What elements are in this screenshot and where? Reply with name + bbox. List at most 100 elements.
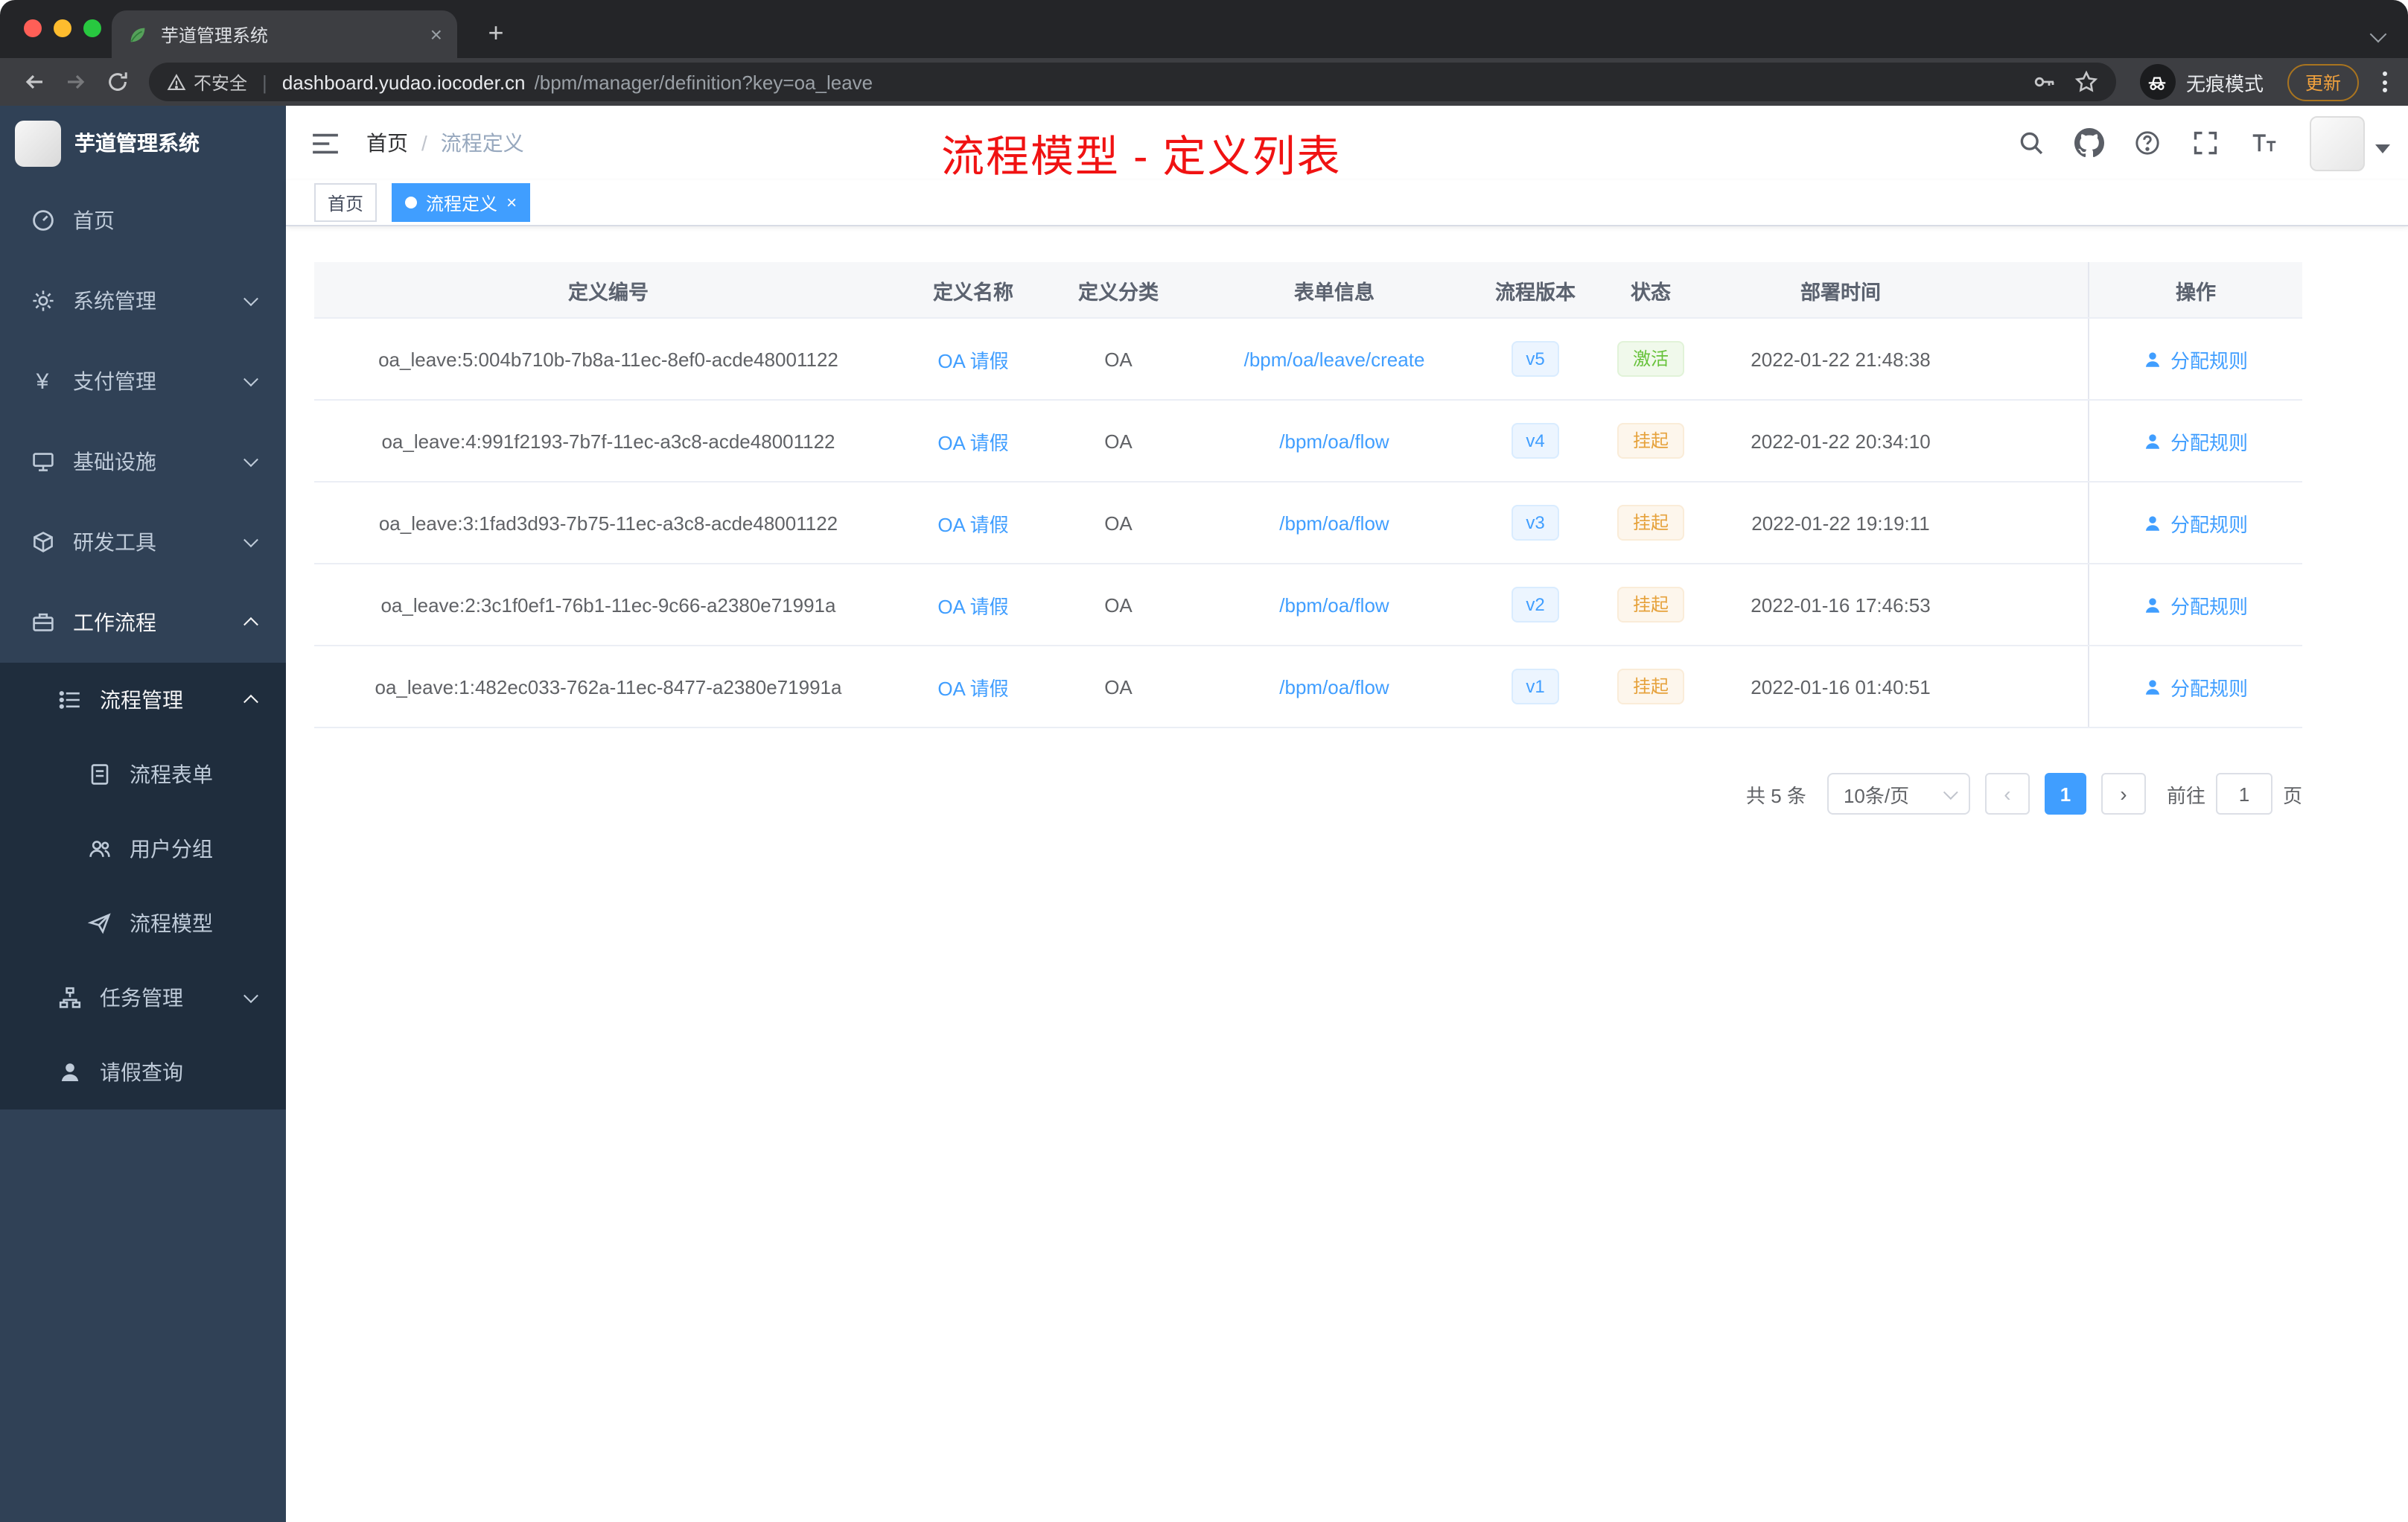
logo-avatar xyxy=(15,120,61,166)
sidebar-item-infrastructure[interactable]: 基础设施 xyxy=(0,421,286,502)
password-key-icon[interactable] xyxy=(2033,70,2057,94)
form-link[interactable]: /bpm/oa/flow xyxy=(1279,512,1389,534)
url-path: /bpm/manager/definition?key=oa_leave xyxy=(534,71,873,93)
github-icon[interactable] xyxy=(2071,125,2107,161)
sidebar-item-leave-query[interactable]: 请假查询 xyxy=(0,1035,286,1109)
sidebar-item-process-model[interactable]: 流程模型 xyxy=(0,886,286,961)
sidebar-item-process-management[interactable]: 流程管理 xyxy=(0,663,286,737)
cell-filler xyxy=(1975,646,2088,727)
sidebar-item-user-group[interactable]: 用户分组 xyxy=(0,812,286,886)
cell-definition-name: OA 请假 xyxy=(902,319,1044,399)
form-link[interactable]: /bpm/oa/leave/create xyxy=(1244,348,1425,370)
assign-rule-button[interactable]: 分配规则 xyxy=(2144,345,2248,373)
sidebar-item-label: 系统管理 xyxy=(73,289,156,313)
assign-rule-button[interactable]: 分配规则 xyxy=(2144,672,2248,701)
goto-label: 前往 xyxy=(2166,784,2205,806)
column-form-info: 表单信息 xyxy=(1294,281,1375,303)
security-warning-icon[interactable]: 不安全 xyxy=(167,69,247,95)
cell-filler xyxy=(1975,319,2088,399)
cell-form-info: /bpm/oa/leave/create xyxy=(1193,319,1476,399)
definition-name-link[interactable]: OA 请假 xyxy=(937,509,1008,537)
cell-category: OA xyxy=(1104,430,1133,452)
prev-page-button[interactable]: ‹ xyxy=(1984,773,2030,815)
app-logo[interactable]: 芋道管理系统 xyxy=(0,106,286,180)
sidebar-item-home[interactable]: 首页 xyxy=(0,180,286,261)
tag-process-definition[interactable]: 流程定义 × xyxy=(392,183,531,222)
assign-rule-button[interactable]: 分配规则 xyxy=(2144,427,2248,455)
main-area: 流程模型 - 定义列表 首页 / 流程定义 首页 流程定义 × 定义编号 定义名… xyxy=(286,106,2408,1522)
search-icon[interactable] xyxy=(2013,125,2049,161)
cell-version: v5 xyxy=(1476,319,1595,399)
browser-tab[interactable]: 芋道管理系统 × xyxy=(112,10,457,58)
sidebar-item-workflow[interactable]: 工作流程 xyxy=(0,582,286,663)
new-tab-button[interactable]: + xyxy=(477,13,515,52)
browser-menu-icon[interactable] xyxy=(2377,66,2393,98)
table-row: oa_leave:2:3c1f0ef1-76b1-11ec-9c66-a2380… xyxy=(314,564,2302,646)
next-page-button[interactable]: › xyxy=(2100,773,2146,815)
cell-status: 挂起 xyxy=(1595,646,1707,727)
cell-definition-name: OA 请假 xyxy=(902,483,1044,563)
definition-name-link[interactable]: OA 请假 xyxy=(937,590,1008,619)
user-menu[interactable] xyxy=(2310,115,2390,171)
fullscreen-icon[interactable] xyxy=(2188,125,2223,161)
sidebar-item-system[interactable]: 系统管理 xyxy=(0,261,286,341)
column-definition-id: 定义编号 xyxy=(568,281,649,303)
cell-category: OA xyxy=(1104,593,1133,616)
chevron-down-icon xyxy=(1943,784,1958,800)
page-size-value: 10条/页 xyxy=(1843,784,1910,806)
assign-rule-button[interactable]: 分配规则 xyxy=(2144,509,2248,537)
sidebar-item-process-form[interactable]: 流程表单 xyxy=(0,737,286,812)
tab-search-chevron-icon[interactable] xyxy=(2369,25,2387,43)
cell-deploy-time: 2022-01-16 01:40:51 xyxy=(1751,675,1931,698)
definition-name-link[interactable]: OA 请假 xyxy=(937,345,1008,373)
bookmark-star-icon[interactable] xyxy=(2074,70,2098,94)
sidebar-item-label: 流程管理 xyxy=(100,688,183,712)
cell-definition-id: oa_leave:1:482ec033-762a-11ec-8477-a2380… xyxy=(375,675,842,698)
form-link[interactable]: /bpm/oa/flow xyxy=(1279,593,1389,616)
browser-window: 芋道管理系统 × + 不安全 | dashboard.yudao.iocoder… xyxy=(0,0,2408,1522)
hamburger-icon[interactable] xyxy=(304,122,345,164)
sidebar-item-payment[interactable]: ¥ 支付管理 xyxy=(0,341,286,421)
forward-button[interactable] xyxy=(57,63,95,101)
update-chrome-button[interactable]: 更新 xyxy=(2287,63,2359,101)
tag-close-icon[interactable]: × xyxy=(506,194,517,211)
current-page-button[interactable]: 1 xyxy=(2044,773,2086,815)
font-size-icon[interactable] xyxy=(2246,125,2281,161)
tab-strip: 芋道管理系统 × + xyxy=(0,0,2408,58)
cell-actions: 分配规则 xyxy=(2088,483,2302,563)
address-bar[interactable]: 不安全 | dashboard.yudao.iocoder.cn/bpm/man… xyxy=(149,63,2116,101)
column-status: 状态 xyxy=(1631,281,1671,303)
back-button[interactable] xyxy=(15,63,54,101)
definition-name-link[interactable]: OA 请假 xyxy=(937,427,1008,455)
help-icon[interactable] xyxy=(2130,125,2165,161)
goto-page-input[interactable] xyxy=(2215,773,2272,815)
briefcase-icon xyxy=(30,610,55,635)
definition-table: 定义编号 定义名称 定义分类 表单信息 流程版本 状态 部署时间 操作 oa_l… xyxy=(314,262,2302,728)
minimize-window-button[interactable] xyxy=(54,19,71,37)
tag-home[interactable]: 首页 xyxy=(314,183,378,222)
tab-close-icon[interactable]: × xyxy=(430,24,442,45)
breadcrumb-current: 流程定义 xyxy=(440,131,524,155)
sidebar-item-task-management[interactable]: 任务管理 xyxy=(0,961,286,1035)
sidebar-item-label: 基础设施 xyxy=(73,450,156,474)
definition-name-link[interactable]: OA 请假 xyxy=(937,672,1008,701)
close-window-button[interactable] xyxy=(24,19,42,37)
form-link[interactable]: /bpm/oa/flow xyxy=(1279,675,1389,698)
incognito-badge: 无痕模式 xyxy=(2139,64,2264,100)
url-host: dashboard.yudao.iocoder.cn xyxy=(281,71,526,93)
chevron-up-icon xyxy=(243,617,258,632)
page-size-select[interactable]: 10条/页 xyxy=(1826,773,1970,815)
tag-label: 流程定义 xyxy=(426,193,498,214)
cell-definition-name: OA 请假 xyxy=(902,564,1044,645)
breadcrumb-home[interactable]: 首页 xyxy=(366,128,408,158)
goto-suffix: 页 xyxy=(2282,784,2302,806)
form-link[interactable]: /bpm/oa/flow xyxy=(1279,430,1389,452)
version-badge: v3 xyxy=(1511,505,1560,541)
column-actions: 操作 xyxy=(2088,262,2302,317)
assign-rule-button[interactable]: 分配规则 xyxy=(2144,590,2248,619)
sidebar-item-devtools[interactable]: 研发工具 xyxy=(0,502,286,582)
zoom-window-button[interactable] xyxy=(83,19,101,37)
monitor-icon xyxy=(30,449,55,474)
breadcrumb-separator: / xyxy=(421,131,427,155)
reload-button[interactable] xyxy=(98,63,137,101)
